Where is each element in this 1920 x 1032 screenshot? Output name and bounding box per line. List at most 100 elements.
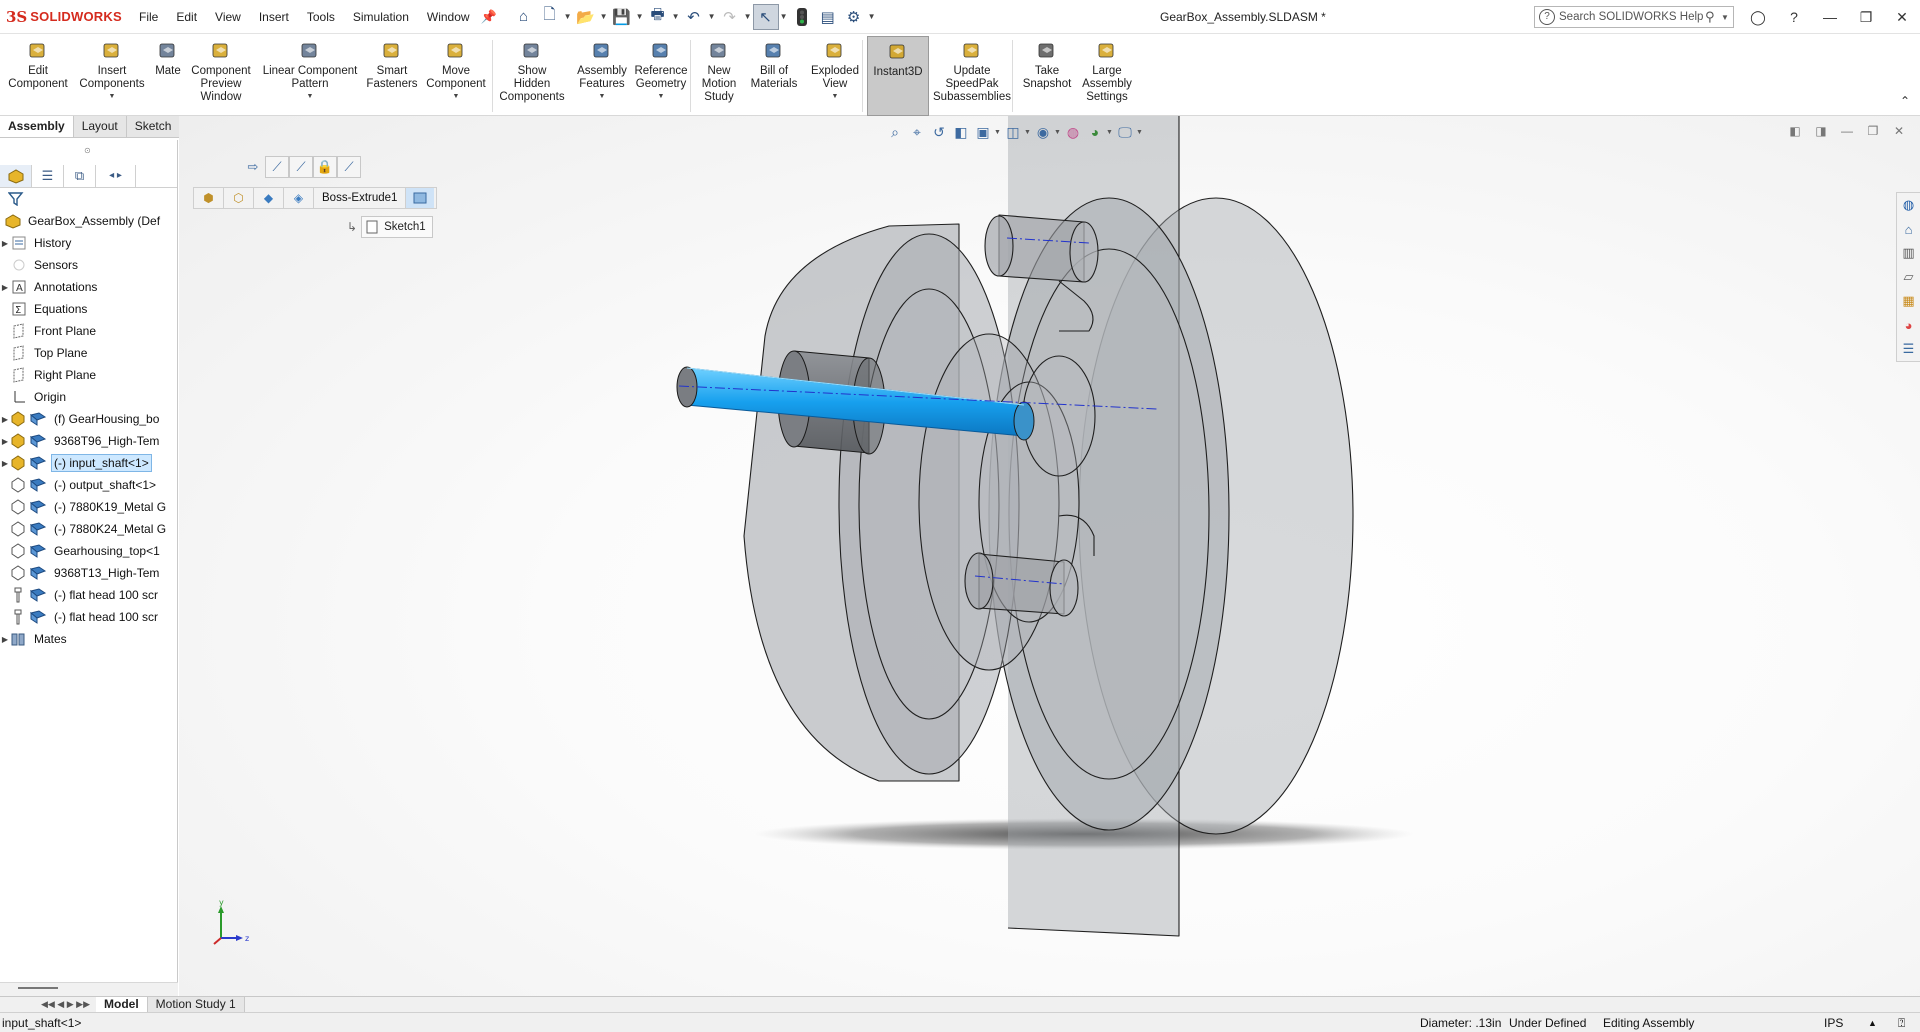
display-style-icon[interactable]: ◉ bbox=[1032, 121, 1054, 143]
view-orientation-icon[interactable]: ◫ bbox=[1002, 121, 1024, 143]
view-palette-icon[interactable]: ▱ bbox=[1897, 265, 1920, 289]
help-icon[interactable]: ? bbox=[1776, 9, 1812, 25]
mate-tool-2-icon[interactable]: ⟋ bbox=[289, 156, 313, 178]
options-gear-icon[interactable]: ⚙ bbox=[841, 4, 867, 30]
new-document-icon[interactable]: 🗋 bbox=[537, 4, 563, 30]
large-assembly-settings-button[interactable]: Large Assembly Settings bbox=[1079, 36, 1135, 116]
move-component-button[interactable]: Move Component ▼ bbox=[422, 36, 490, 116]
tree-item-mates[interactable]: ▶ Mates bbox=[0, 628, 177, 650]
feature-manager-tab-icon[interactable] bbox=[0, 164, 32, 187]
pin-icon[interactable]: 📌 bbox=[481, 9, 497, 25]
file-explorer-icon[interactable]: ▥ bbox=[1897, 241, 1920, 265]
expand-arrow-icon[interactable]: ▶ bbox=[0, 459, 10, 468]
tree-item-history[interactable]: ▶ History bbox=[0, 232, 177, 254]
save-dropdown-icon[interactable]: ▼ bbox=[635, 12, 645, 21]
reference-triad[interactable]: y z bbox=[209, 900, 259, 950]
search-placeholder[interactable]: Search SOLIDWORKS Help bbox=[1559, 11, 1705, 23]
expand-arrow-icon[interactable]: ▶ bbox=[0, 283, 10, 292]
account-icon[interactable]: ◯ bbox=[1740, 9, 1776, 26]
assembly-breadcrumb-icon[interactable]: ⬢ bbox=[194, 188, 224, 208]
reference-geometry-dropdown-icon[interactable]: ▼ bbox=[658, 93, 665, 100]
body-breadcrumb-icon[interactable]: ◈ bbox=[284, 188, 314, 208]
menu-tools[interactable]: Tools bbox=[298, 0, 344, 34]
zoom-to-area-icon[interactable]: ⌖ bbox=[906, 121, 928, 143]
property-manager-tab-icon[interactable]: ☰ bbox=[32, 164, 64, 187]
search-dropdown-icon[interactable]: ▼ bbox=[1721, 13, 1733, 22]
edit-appearance-icon[interactable]: ◕ bbox=[1084, 121, 1106, 143]
search-icon[interactable]: ⚲ bbox=[1705, 9, 1721, 25]
redo-icon[interactable]: ↷ bbox=[717, 4, 743, 30]
status-help-icon[interactable]: ⍰ bbox=[1898, 1013, 1905, 1032]
save-icon[interactable]: 💾 bbox=[609, 4, 635, 30]
smart-fasteners-button[interactable]: Smart Fasteners bbox=[364, 36, 420, 116]
zoom-to-fit-icon[interactable]: ⌕ bbox=[884, 121, 906, 143]
dynamic-annotation-icon[interactable]: ▣ bbox=[972, 121, 994, 143]
take-snapshot-button[interactable]: Take Snapshot bbox=[1018, 36, 1076, 116]
tree-item-right-plane[interactable]: Right Plane bbox=[0, 364, 177, 386]
previous-view-icon[interactable]: ↺ bbox=[928, 121, 950, 143]
orientation-dropdown-icon[interactable]: ▼ bbox=[1024, 129, 1032, 136]
panel-grip-icon[interactable]: ⊙ bbox=[84, 146, 91, 155]
close-button[interactable]: ✕ bbox=[1884, 9, 1920, 26]
graphics-area[interactable]: ⌕ ⌖ ↺ ◧ ▣ ▼ ◫ ▼ ◉ ▼ ◍ ◕ ▼ 🖵 ▼ ◧ ◨ — ❐ ✕ ◍ ⌂ ▥… bbox=[179, 116, 1920, 996]
section-view-icon[interactable]: ◧ bbox=[950, 121, 972, 143]
tree-item-annotations[interactable]: ▶ A Annotations bbox=[0, 276, 177, 298]
tree-item-f-gearhousing-bo[interactable]: ▶ (f) GearHousing_bo bbox=[0, 408, 177, 430]
minimize-button[interactable]: — bbox=[1812, 9, 1848, 25]
tab-sketch[interactable]: Sketch bbox=[126, 116, 181, 137]
show-hidden-components-button[interactable]: Show Hidden Components bbox=[494, 36, 570, 116]
tab-model[interactable]: Model bbox=[96, 997, 148, 1012]
tree-item-9368t96-high-tem[interactable]: ▶ 9368T96_High-Tem bbox=[0, 430, 177, 452]
tree-filter[interactable] bbox=[0, 188, 177, 210]
mate-tool-icon[interactable]: ⟋ bbox=[265, 156, 289, 178]
filter-icon[interactable] bbox=[8, 192, 24, 206]
tree-root-item[interactable]: GearBox_Assembly (Def bbox=[0, 210, 177, 232]
viewport-tile-icon[interactable]: ◨ bbox=[1808, 124, 1834, 138]
tab-layout[interactable]: Layout bbox=[73, 116, 127, 137]
gearbox-model-view[interactable] bbox=[179, 116, 1920, 996]
expand-arrow-icon[interactable]: ▶ bbox=[0, 415, 10, 424]
tree-item-sensors[interactable]: Sensors bbox=[0, 254, 177, 276]
print-icon[interactable]: 🖶 bbox=[645, 4, 671, 30]
print-dropdown-icon[interactable]: ▼ bbox=[671, 12, 681, 21]
tree-item-7880k19-metal-g[interactable]: (-) 7880K19_Metal G bbox=[0, 496, 177, 518]
open-dropdown-icon[interactable]: ▼ bbox=[599, 12, 609, 21]
annotation-dropdown-icon[interactable]: ▼ bbox=[994, 129, 1002, 136]
expand-arrow-icon[interactable]: ▶ bbox=[0, 437, 10, 446]
traffic-light-icon[interactable] bbox=[789, 4, 815, 30]
expand-arrow-icon[interactable]: ▶ bbox=[0, 239, 10, 248]
tab-motion-study-1[interactable]: Motion Study 1 bbox=[147, 997, 245, 1012]
new-dropdown-icon[interactable]: ▼ bbox=[563, 12, 573, 21]
viewport-split-icon[interactable]: ◧ bbox=[1782, 124, 1808, 138]
insert-components-dropdown-icon[interactable]: ▼ bbox=[109, 93, 116, 100]
open-icon[interactable]: 📂 bbox=[573, 4, 599, 30]
view-settings-dropdown-icon[interactable]: ▼ bbox=[1136, 129, 1144, 136]
search-box[interactable]: ? Search SOLIDWORKS Help ⚲ ▼ bbox=[1534, 6, 1734, 28]
tree-item-flat-head-100-scr[interactable]: (-) flat head 100 scr bbox=[0, 606, 177, 628]
tree-item-top-plane[interactable]: Top Plane bbox=[0, 342, 177, 364]
scrollbar-thumb[interactable] bbox=[18, 987, 58, 989]
menu-edit[interactable]: Edit bbox=[167, 0, 206, 34]
display-dropdown-icon[interactable]: ▼ bbox=[1054, 129, 1062, 136]
units-dropdown-icon[interactable]: ▲ bbox=[1868, 1013, 1877, 1032]
appearance-ball-icon[interactable]: ◕ bbox=[1897, 313, 1920, 337]
exploded-view-button[interactable]: Exploded View ▼ bbox=[806, 36, 864, 116]
reference-geometry-button[interactable]: Reference Geometry ▼ bbox=[632, 36, 690, 116]
design-library-icon[interactable]: ⌂ bbox=[1897, 217, 1920, 241]
select-icon[interactable]: ↖ bbox=[752, 3, 779, 30]
solidworks-logo[interactable]: 3S SOLIDWORKS bbox=[0, 0, 130, 34]
tab-scroll-arrows-icon[interactable]: ◀◀ ◀ ▶ ▶▶ bbox=[0, 999, 96, 1010]
tree-item-origin[interactable]: Origin bbox=[0, 386, 177, 408]
appearances-scenes-icon[interactable]: ▦ bbox=[1897, 289, 1920, 313]
update-speedpak-button[interactable]: Update SpeedPak Subassemblies bbox=[932, 36, 1012, 116]
configuration-manager-tab-icon[interactable]: ⧉ bbox=[64, 164, 96, 187]
tree-item-front-plane[interactable]: Front Plane bbox=[0, 320, 177, 342]
solidworks-resources-icon[interactable]: ◍ bbox=[1897, 193, 1920, 217]
move-component-dropdown-icon[interactable]: ▼ bbox=[453, 93, 460, 100]
redo-dropdown-icon[interactable]: ▼ bbox=[743, 12, 753, 21]
tree-item-equations[interactable]: Σ Equations bbox=[0, 298, 177, 320]
viewport-close-icon[interactable]: ✕ bbox=[1886, 124, 1912, 138]
custom-properties-icon[interactable]: ☰ bbox=[1897, 337, 1920, 361]
tree-item-7880k24-metal-g[interactable]: (-) 7880K24_Metal G bbox=[0, 518, 177, 540]
tree-item-input-shaft-1[interactable]: ▶ (-) input_shaft<1> bbox=[0, 452, 177, 474]
